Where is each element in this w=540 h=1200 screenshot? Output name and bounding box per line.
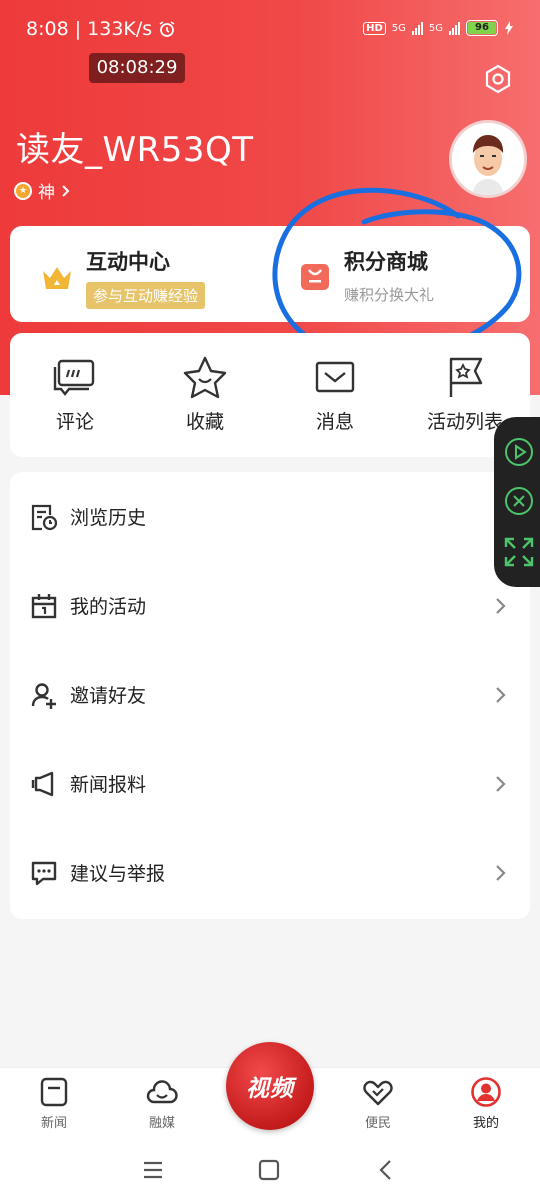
system-nav-bar bbox=[0, 1147, 540, 1200]
menu-item-invite-friends[interactable]: 邀请好友 bbox=[10, 650, 530, 739]
invite-user-icon bbox=[31, 682, 56, 709]
hd-badge: HD bbox=[363, 21, 386, 35]
signal-icon bbox=[411, 21, 423, 35]
level-star-icon: ★ bbox=[14, 181, 32, 200]
net-label-1: 5G bbox=[391, 22, 406, 34]
nav-mine-label: 我的 bbox=[472, 1116, 499, 1131]
status-time: 8:08 | 133K/s bbox=[26, 18, 153, 40]
mail-icon bbox=[315, 361, 355, 393]
status-right: HD 5G 5G 96 bbox=[363, 20, 514, 36]
menu-item-invite-friends-label: 邀请好友 bbox=[70, 685, 147, 707]
nav-video-button[interactable]: 视频 bbox=[226, 1042, 314, 1130]
battery-icon: 96 bbox=[466, 20, 498, 36]
interaction-center-entry[interactable]: 互动中心 参与互动赚经验 bbox=[40, 246, 206, 309]
play-icon[interactable] bbox=[502, 435, 536, 469]
home-icon[interactable] bbox=[256, 1157, 282, 1183]
quick-link-message-label: 消息 bbox=[315, 411, 354, 433]
interaction-center-badge: 参与互动赚经验 bbox=[86, 282, 206, 309]
news-tip-icon bbox=[31, 771, 54, 796]
comment-icon bbox=[53, 359, 95, 396]
news-icon bbox=[40, 1077, 68, 1107]
chevron-right-icon bbox=[496, 686, 506, 703]
menu-item-history-label: 浏览历史 bbox=[70, 507, 147, 529]
signal-icon-2 bbox=[449, 21, 460, 35]
history-icon bbox=[31, 504, 58, 530]
battery-level: 96 bbox=[468, 22, 496, 34]
nav-services[interactable]: 便民 bbox=[338, 1076, 418, 1131]
quick-links-card: 评论 收藏 消息 活动列表 bbox=[10, 333, 530, 457]
chevron-right-icon bbox=[496, 775, 506, 792]
handshake-icon bbox=[363, 1080, 393, 1106]
level-row[interactable]: ★ 神 bbox=[14, 178, 71, 203]
menu-item-news-tip[interactable]: 新闻报料 bbox=[10, 739, 530, 828]
points-mall-subtitle: 赚积分换大礼 bbox=[344, 286, 435, 304]
screen-timer: 08:08:29 bbox=[89, 53, 185, 83]
close-icon[interactable] bbox=[502, 484, 536, 518]
menu-item-history[interactable]: 浏览历史 bbox=[10, 472, 530, 561]
points-mall-title: 积分商城 bbox=[344, 250, 428, 274]
star-icon bbox=[183, 356, 227, 399]
shopping-bag-icon bbox=[301, 263, 329, 290]
menu-item-feedback-label: 建议与举报 bbox=[70, 863, 166, 885]
avatar[interactable] bbox=[449, 120, 527, 198]
points-mall-entry[interactable]: 积分商城 赚积分换大礼 bbox=[300, 246, 434, 305]
nav-video-label: 视频 bbox=[246, 1076, 294, 1102]
settings-hexagon-icon[interactable] bbox=[482, 63, 514, 95]
cloud-icon bbox=[146, 1080, 178, 1104]
username: 读友_WR53QT bbox=[16, 130, 254, 170]
status-left: 8:08 | 133K/s bbox=[26, 18, 176, 40]
nav-media-label: 融媒 bbox=[148, 1116, 175, 1131]
cartoon-avatar-icon bbox=[452, 123, 524, 195]
status-bar: 8:08 | 133K/s HD 5G 5G 96 bbox=[0, 0, 540, 62]
alarm-icon bbox=[159, 21, 175, 37]
quick-link-favorite[interactable]: 收藏 bbox=[150, 355, 260, 434]
floating-player-control bbox=[494, 417, 540, 587]
menu-item-my-activities[interactable]: 我的活动 bbox=[10, 561, 530, 650]
quick-link-comment[interactable]: 评论 bbox=[20, 355, 130, 434]
expand-icon[interactable] bbox=[502, 535, 536, 569]
feedback-icon bbox=[31, 861, 57, 885]
chevron-right-icon bbox=[62, 184, 70, 197]
chevron-right-icon bbox=[496, 597, 506, 614]
menu-list-card: 浏览历史 我的活动 邀请好友 新闻报料 建议与举报 bbox=[10, 472, 530, 919]
nav-news[interactable]: 新闻 bbox=[14, 1076, 94, 1131]
calendar-icon bbox=[31, 593, 57, 618]
flag-icon bbox=[449, 357, 483, 397]
nav-services-label: 便民 bbox=[364, 1116, 391, 1131]
interaction-card: 互动中心 参与互动赚经验 积分商城 赚积分换大礼 bbox=[10, 226, 530, 322]
quick-link-message[interactable]: 消息 bbox=[280, 355, 390, 434]
net-label-2: 5G bbox=[428, 22, 443, 34]
chevron-right-icon bbox=[496, 864, 506, 881]
back-icon[interactable] bbox=[374, 1157, 400, 1183]
charging-icon bbox=[505, 21, 513, 35]
quick-link-favorite-label: 收藏 bbox=[185, 411, 224, 433]
user-icon bbox=[471, 1077, 501, 1107]
menu-item-news-tip-label: 新闻报料 bbox=[70, 774, 147, 796]
nav-news-label: 新闻 bbox=[40, 1116, 67, 1131]
quick-link-comment-label: 评论 bbox=[55, 411, 94, 433]
level-label: 神 bbox=[38, 183, 55, 203]
crown-icon bbox=[43, 266, 71, 289]
nav-media[interactable]: 融媒 bbox=[122, 1076, 202, 1131]
menu-item-my-activities-label: 我的活动 bbox=[70, 596, 147, 618]
menu-item-feedback[interactable]: 建议与举报 bbox=[10, 828, 530, 917]
menu-icon[interactable] bbox=[140, 1157, 166, 1183]
nav-mine[interactable]: 我的 bbox=[446, 1076, 526, 1131]
interaction-center-title: 互动中心 bbox=[86, 250, 170, 274]
